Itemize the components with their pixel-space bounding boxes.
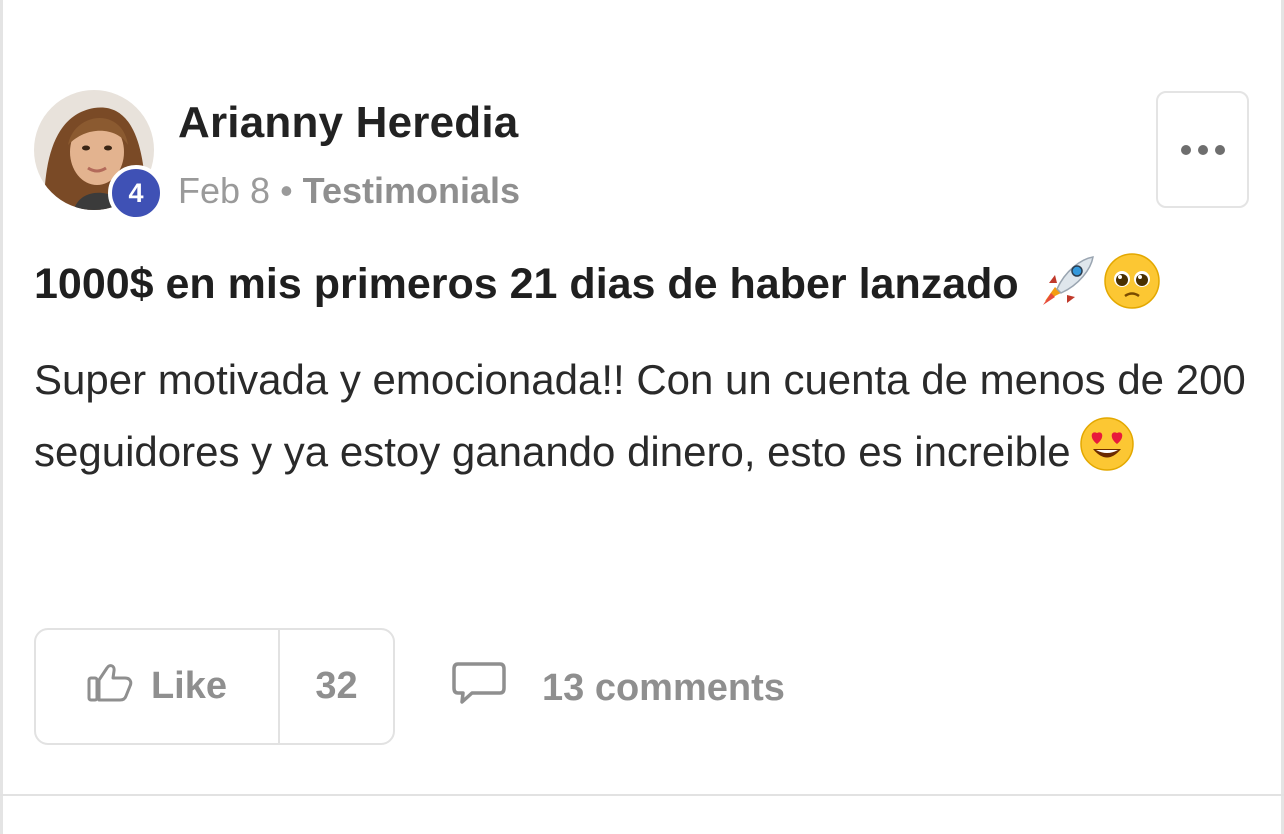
like-label: Like <box>150 665 228 707</box>
comments-link[interactable]: 13 comments <box>452 660 785 716</box>
post-body-text: Super motivada y emocionada!! Con un cue… <box>34 356 1246 476</box>
heart-eyes-emoji-icon <box>1079 416 1135 494</box>
author-name[interactable]: Arianny Heredia <box>178 98 518 148</box>
more-options-button[interactable] <box>1156 91 1249 208</box>
pleading-face-emoji-icon <box>1103 252 1161 321</box>
more-dot-icon <box>1180 144 1191 155</box>
like-control: Like 32 <box>34 628 395 745</box>
post-title: 1000$ en mis primeros 21 dias de haber l… <box>34 252 1161 321</box>
like-button[interactable]: Like <box>36 630 280 743</box>
comments-count-label: 13 comments <box>542 666 785 709</box>
post-date[interactable]: Feb 8 <box>178 170 270 212</box>
more-dot-icon <box>1197 144 1208 155</box>
post-meta: Feb 8 • Testimonials <box>178 170 520 212</box>
card-divider <box>0 794 1284 796</box>
more-dot-icon <box>1214 144 1225 155</box>
card-border-left <box>0 0 3 834</box>
post-category[interactable]: Testimonials <box>303 170 520 212</box>
thumbs-up-icon <box>87 662 133 712</box>
like-count[interactable]: 32 <box>280 630 393 743</box>
meta-separator: • <box>280 170 293 211</box>
rocket-emoji-icon <box>1037 253 1097 320</box>
post-body: Super motivada y emocionada!! Con un cue… <box>34 344 1264 494</box>
level-badge: 4 <box>108 165 164 221</box>
post-title-text: 1000$ en mis primeros 21 dias de haber l… <box>34 259 1019 308</box>
comment-bubble-icon <box>452 660 506 716</box>
